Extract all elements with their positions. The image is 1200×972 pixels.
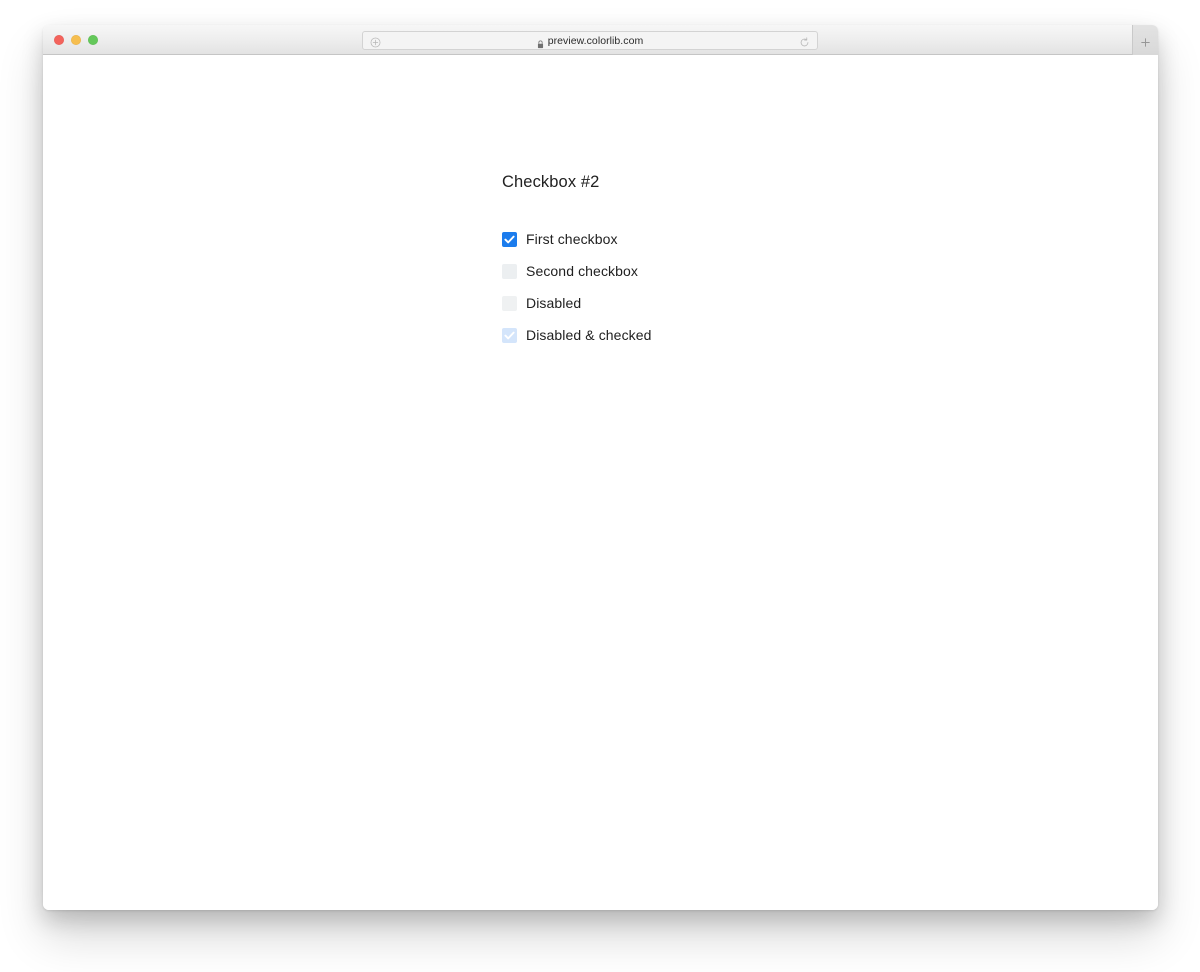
- checkbox-disabled-checked: [502, 327, 517, 343]
- content-container: Checkbox #2 First checkbox Second checkb…: [502, 173, 1002, 351]
- checkbox-label: Disabled: [526, 295, 582, 311]
- checkbox-row-disabled: Disabled: [502, 287, 1002, 319]
- checkbox-row-second[interactable]: Second checkbox: [502, 255, 1002, 287]
- new-tab-button[interactable]: [1132, 25, 1158, 55]
- reload-icon[interactable]: [799, 35, 810, 47]
- minimize-window-button[interactable]: [71, 34, 81, 45]
- check-icon: [502, 328, 517, 343]
- checkbox-first[interactable]: [502, 231, 517, 247]
- checkbox-second[interactable]: [502, 263, 517, 279]
- browser-window: preview.colorlib.com Checkbox #2 First c…: [43, 25, 1158, 910]
- checkbox-label: Disabled & checked: [526, 327, 652, 343]
- window-controls: [54, 34, 98, 45]
- address-bar[interactable]: preview.colorlib.com: [362, 31, 818, 50]
- checkbox-list: First checkbox Second checkbox Disabled …: [502, 223, 1002, 351]
- page-viewport: Checkbox #2 First checkbox Second checkb…: [43, 55, 1158, 910]
- page-title: Checkbox #2: [502, 173, 600, 191]
- checkbox-label: First checkbox: [526, 231, 618, 247]
- circle-plus-icon[interactable]: [370, 35, 381, 48]
- check-icon: [502, 232, 517, 247]
- browser-toolbar: preview.colorlib.com: [43, 25, 1158, 55]
- url-text: preview.colorlib.com: [547, 34, 644, 47]
- url-display: preview.colorlib.com: [363, 34, 817, 49]
- lock-icon: [537, 36, 544, 49]
- maximize-window-button[interactable]: [88, 34, 98, 45]
- checkbox-row-disabled-checked: Disabled & checked: [502, 319, 1002, 351]
- checkbox-label: Second checkbox: [526, 263, 639, 279]
- close-window-button[interactable]: [54, 34, 64, 45]
- plus-icon: [1140, 35, 1151, 47]
- checkbox-row-first[interactable]: First checkbox: [502, 223, 1002, 255]
- checkbox-disabled: [502, 295, 517, 311]
